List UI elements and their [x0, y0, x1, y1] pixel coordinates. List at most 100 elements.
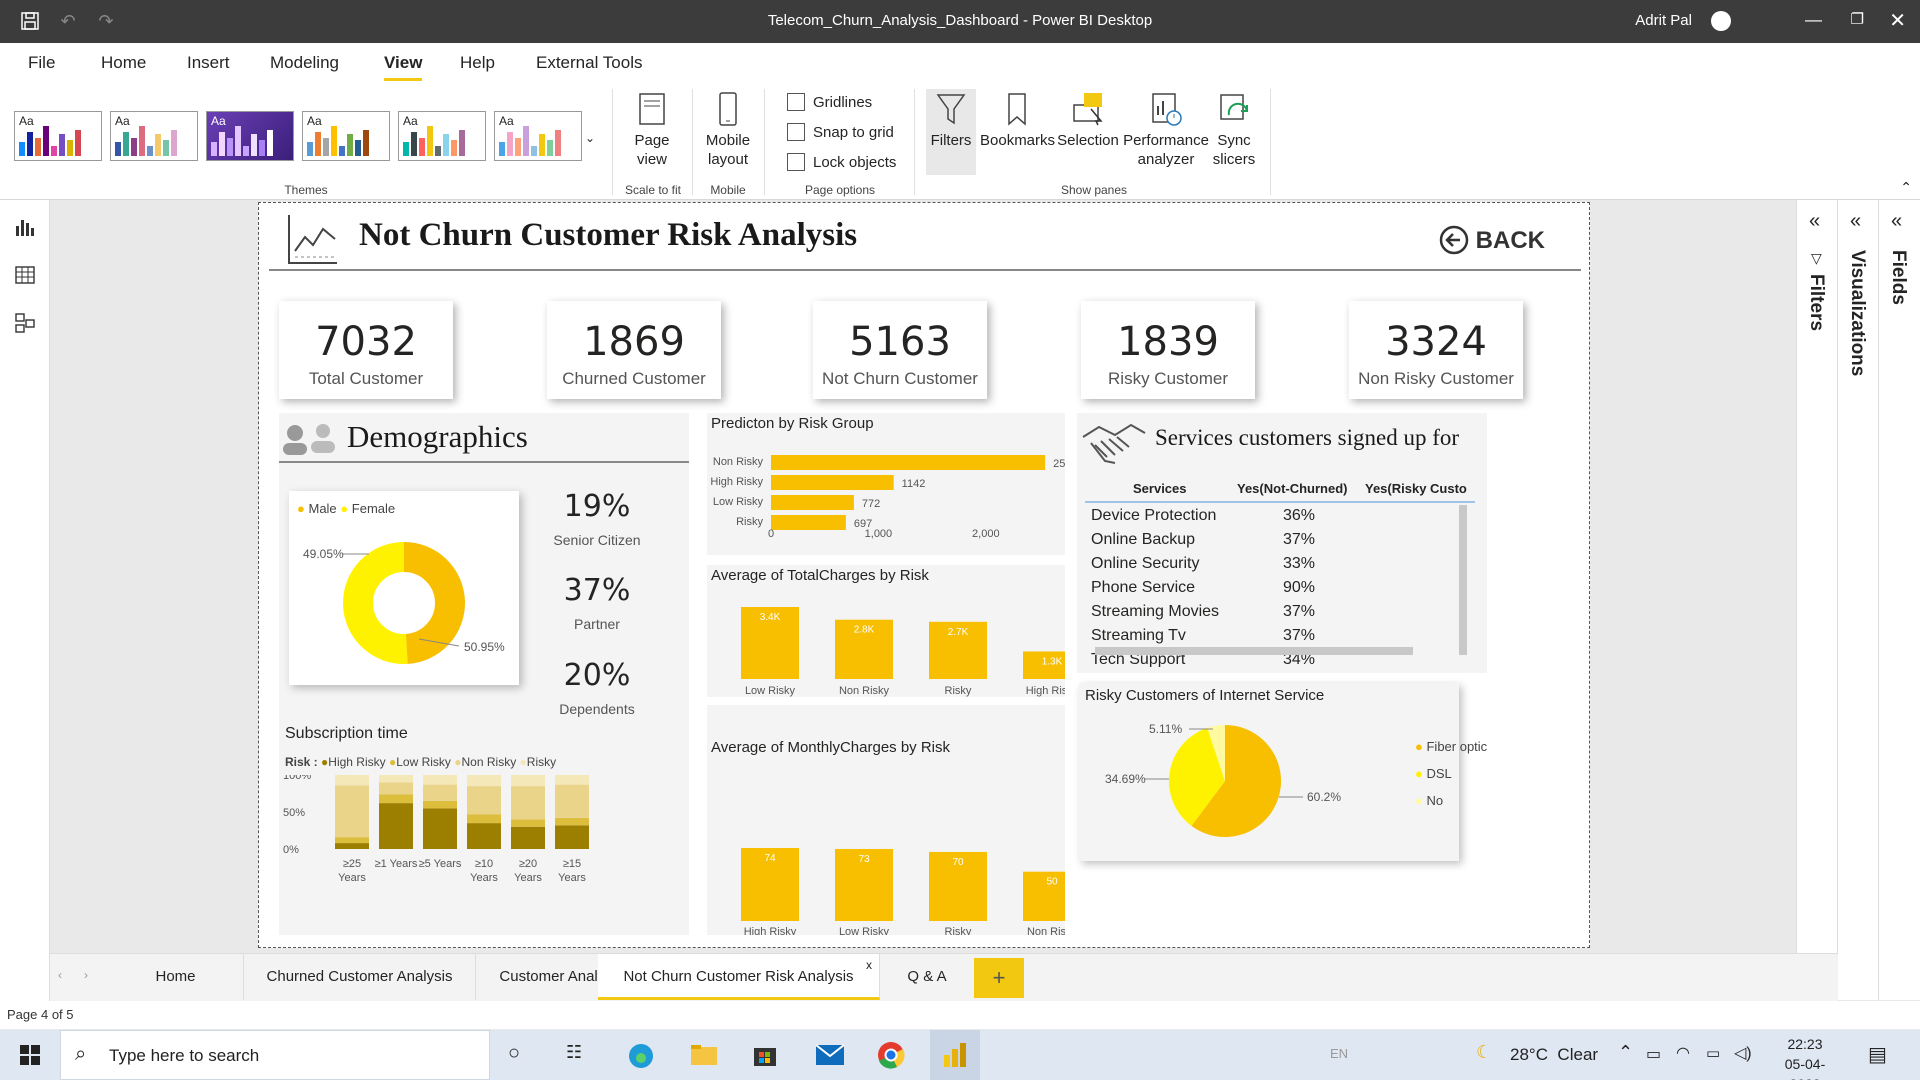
horizontal-scrollbar[interactable]: [1095, 647, 1413, 655]
device-icon[interactable]: ▭: [1646, 1044, 1661, 1064]
stacked-bar-segment[interactable]: [467, 814, 501, 824]
expand-pane-icon[interactable]: «: [1850, 210, 1861, 233]
stacked-bar-segment[interactable]: [467, 786, 501, 815]
scroll-left-icon[interactable]: ‹: [58, 968, 62, 982]
mail-icon[interactable]: [815, 1044, 845, 1066]
stacked-bar-segment[interactable]: [335, 785, 369, 838]
stacked-bar-segment[interactable]: [335, 775, 369, 786]
data-view-icon[interactable]: [14, 264, 36, 286]
stacked-bar-segment[interactable]: [335, 843, 369, 849]
file-explorer-icon[interactable]: [690, 1043, 718, 1067]
tab-not-churn-risk-analysis[interactable]: Not Churn Customer Risk Analysis: [598, 954, 880, 1000]
user-name[interactable]: Adrit Pal: [1635, 12, 1692, 29]
gridlines-checkbox[interactable]: Gridlines: [787, 93, 872, 111]
theme-tile[interactable]: Aa: [110, 111, 198, 161]
table-row[interactable]: Device Protection 36%: [1085, 503, 1475, 527]
stacked-bar-segment[interactable]: [423, 808, 457, 849]
legend-risky[interactable]: Risky: [527, 755, 556, 769]
minimize-icon[interactable]: —: [1805, 10, 1822, 30]
filters-pane-collapsed[interactable]: « ▽ Filters: [1796, 200, 1836, 1000]
menu-help[interactable]: Help: [460, 53, 495, 73]
table-row[interactable]: Online Backup 37%: [1085, 527, 1475, 551]
chevron-up-icon[interactable]: ⌃: [1618, 1042, 1633, 1063]
menu-external-tools[interactable]: External Tools: [536, 53, 642, 73]
legend-item[interactable]: ● Fiber optic: [1415, 733, 1487, 760]
legend-item[interactable]: ● No: [1415, 787, 1487, 814]
theme-tile[interactable]: Aa: [302, 111, 390, 161]
performance-analyzer-button[interactable]: Performance analyzer: [1122, 91, 1210, 169]
snap-to-grid-checkbox[interactable]: Snap to grid: [787, 123, 894, 141]
stacked-bar-segment[interactable]: [379, 803, 413, 849]
visualizations-pane-collapsed[interactable]: « Visualizations: [1837, 200, 1877, 1000]
stacked-bar-segment[interactable]: [555, 784, 589, 818]
column-bar[interactable]: [1023, 871, 1065, 921]
legend-male[interactable]: Male: [308, 501, 336, 516]
report-view-icon[interactable]: [14, 216, 36, 238]
table-row[interactable]: Phone Service 90%: [1085, 575, 1475, 599]
stacked-bar-segment[interactable]: [511, 775, 545, 787]
legend-low-risky[interactable]: Low Risky: [396, 755, 451, 769]
add-page-button[interactable]: +: [974, 958, 1024, 998]
tab-q-and-a[interactable]: Q & A: [880, 954, 974, 1000]
stacked-bar-segment[interactable]: [511, 786, 545, 820]
tab-home[interactable]: Home: [108, 954, 244, 1000]
fields-pane-collapsed[interactable]: « Fields: [1878, 200, 1918, 1000]
expand-pane-icon[interactable]: «: [1809, 210, 1820, 233]
task-view-icon[interactable]: ☷: [566, 1042, 582, 1063]
stacked-bar-segment[interactable]: [511, 819, 545, 827]
theme-tile[interactable]: Aa: [494, 111, 582, 161]
chrome-icon[interactable]: [877, 1041, 905, 1069]
language-indicator[interactable]: EN: [1330, 1046, 1348, 1061]
donut-slice[interactable]: [403, 542, 465, 664]
stacked-bar-segment[interactable]: [511, 826, 545, 849]
bar[interactable]: [771, 495, 854, 510]
stacked-bar-segment[interactable]: [423, 784, 457, 801]
expand-pane-icon[interactable]: «: [1891, 210, 1902, 233]
mobile-layout-button[interactable]: Mobile layout: [700, 91, 756, 169]
volume-icon[interactable]: ◁): [1734, 1043, 1752, 1063]
checkbox-box[interactable]: [787, 123, 805, 141]
bar[interactable]: [771, 515, 846, 530]
menu-home[interactable]: Home: [101, 53, 146, 73]
powerbi-taskbar-button[interactable]: [930, 1030, 980, 1080]
stacked-bar-segment[interactable]: [467, 775, 501, 787]
lock-objects-checkbox[interactable]: Lock objects: [787, 153, 896, 171]
theme-tile[interactable]: Aa: [206, 111, 294, 161]
sync-slicers-button[interactable]: Sync slicers: [1208, 91, 1260, 169]
stacked-bar-segment[interactable]: [555, 775, 589, 785]
theme-gallery-expand-icon[interactable]: ⌄: [585, 131, 595, 145]
legend-female[interactable]: Female: [352, 501, 395, 516]
scroll-right-icon[interactable]: ›: [84, 968, 88, 982]
legend-item[interactable]: ● DSL: [1415, 760, 1487, 787]
clock[interactable]: 22:23 05-04-2022: [1770, 1034, 1840, 1080]
bar[interactable]: [771, 475, 894, 490]
donut-slice[interactable]: [343, 542, 408, 664]
stacked-bar-segment[interactable]: [423, 775, 457, 785]
selection-pane-button[interactable]: Selection: [1056, 91, 1120, 150]
stacked-bar-segment[interactable]: [555, 817, 589, 826]
checkbox-box[interactable]: [787, 93, 805, 111]
table-row[interactable]: Streaming Movies 37%: [1085, 599, 1475, 623]
stacked-bar-segment[interactable]: [423, 800, 457, 809]
stacked-bar-segment[interactable]: [335, 837, 369, 844]
theme-tile[interactable]: Aa: [398, 111, 486, 161]
table-row[interactable]: Streaming Tv 37%: [1085, 623, 1475, 647]
services-table[interactable]: Services Yes(Not-Churned) Yes(Risky Cust…: [1085, 475, 1475, 667]
bar[interactable]: [771, 455, 1046, 470]
notifications-icon[interactable]: ▤: [1868, 1042, 1887, 1067]
model-view-icon[interactable]: [14, 312, 36, 334]
tab-churned-customer-analysis[interactable]: Churned Customer Analysis: [244, 954, 476, 1000]
weather-text[interactable]: 28°C Clear: [1510, 1045, 1598, 1065]
stacked-bar-segment[interactable]: [379, 794, 413, 804]
stacked-bar-segment[interactable]: [467, 823, 501, 849]
avatar[interactable]: [1711, 11, 1731, 31]
column-header[interactable]: Yes(Risky Custo: [1365, 481, 1467, 496]
vertical-scrollbar[interactable]: [1459, 505, 1467, 655]
stacked-bar-segment[interactable]: [555, 825, 589, 849]
close-tab-icon[interactable]: x: [866, 958, 872, 972]
legend-non-risky[interactable]: Non Risky: [462, 755, 517, 769]
column-header[interactable]: Yes(Not-Churned): [1237, 481, 1348, 496]
collapse-ribbon-icon[interactable]: ⌃: [1900, 179, 1912, 196]
windows-start-icon[interactable]: [20, 1045, 40, 1065]
microsoft-store-icon[interactable]: [752, 1042, 778, 1068]
